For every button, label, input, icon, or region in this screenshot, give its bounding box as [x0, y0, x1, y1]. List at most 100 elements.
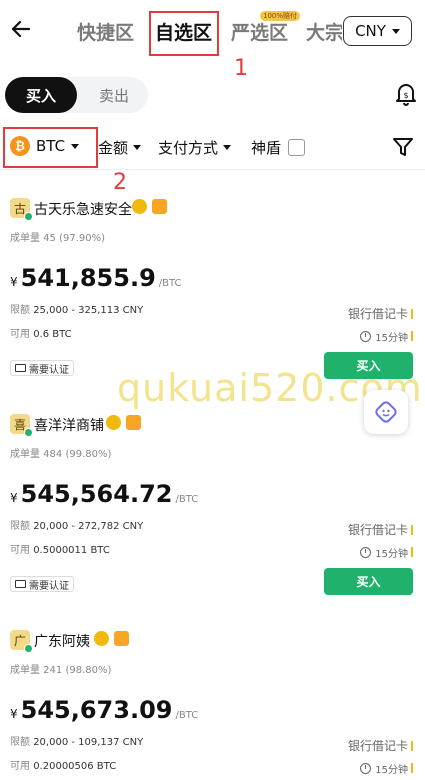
limit-value: 20,000 - 109,137 CNY	[33, 737, 144, 748]
shield-filter-label: 神盾	[251, 139, 282, 157]
price: ¥ 545,564.72 /BTC	[10, 480, 198, 508]
id-card-icon	[15, 364, 26, 372]
verification-required: 需要认证	[10, 360, 74, 376]
currency-symbol: ¥	[10, 707, 18, 721]
currency-symbol: ¥	[10, 275, 18, 289]
price-unit: /BTC	[158, 278, 182, 289]
payment-method: 银行借记卡	[347, 523, 408, 537]
merchant-badges	[132, 199, 167, 214]
available-label: 可用	[10, 545, 30, 556]
payment-color-bar	[411, 525, 413, 535]
verification-label: 需要认证	[29, 580, 69, 592]
chevron-down-icon	[391, 28, 400, 34]
avatar[interactable]: 广	[10, 630, 33, 653]
time-color-bar	[411, 547, 413, 557]
available: 可用 0.5000011 BTC	[10, 541, 110, 556]
filter-icon[interactable]	[392, 135, 414, 159]
time-color-bar	[411, 763, 413, 773]
verified-badge-icon	[94, 631, 109, 646]
price-unit: /BTC	[175, 494, 199, 505]
sell-tab[interactable]: 卖出	[80, 77, 148, 113]
verified-badge-icon	[106, 415, 121, 430]
shield-checkbox[interactable]	[288, 139, 306, 156]
online-indicator	[24, 644, 33, 653]
payment-time-value: 15分钟	[375, 765, 408, 776]
svg-text:$: $	[403, 91, 408, 100]
amount-filter[interactable]: 金额	[98, 137, 142, 158]
online-indicator	[24, 212, 33, 221]
clock-icon	[360, 763, 372, 774]
order-stats: 成单量 484 (99.80%)	[10, 449, 112, 460]
limit-label: 限额	[10, 737, 30, 748]
avatar[interactable]: 喜	[10, 414, 33, 437]
chevron-down-icon	[71, 143, 80, 149]
clock-icon	[360, 331, 372, 342]
available-value: 0.20000506 BTC	[33, 761, 117, 772]
bell-icon[interactable]: $	[394, 81, 418, 107]
buy-button[interactable]: 买入	[324, 568, 413, 595]
id-card-icon	[15, 580, 26, 588]
shield-filter[interactable]: 神盾	[251, 137, 306, 158]
tab-bulk-zone[interactable]: 大宗	[306, 18, 342, 45]
top-nav: 快捷区 自选区 100%赔付 严选区 大宗 CNY 1	[0, 0, 425, 81]
payment-time-value: 15分钟	[375, 549, 408, 560]
shield-badge-icon	[152, 199, 167, 214]
merchant-name[interactable]: 喜洋洋商铺	[34, 415, 104, 435]
currency-select[interactable]: CNY	[343, 16, 412, 46]
limit-value: 25,000 - 325,113 CNY	[33, 305, 144, 316]
shield-badge-icon	[126, 415, 141, 430]
available-value: 0.5000011 BTC	[33, 545, 110, 556]
ad-listing: 喜 喜洋洋商铺 成单量 484 (99.80%) ¥ 545,564.72 /B…	[0, 414, 425, 624]
payment-method: 银行借记卡	[347, 307, 408, 321]
amount-filter-label: 金额	[98, 139, 129, 157]
price: ¥ 545,673.09 /BTC	[10, 696, 198, 724]
price-value: 545,564.72	[20, 480, 173, 508]
tab-strict-zone[interactable]: 严选区	[231, 18, 288, 45]
verification-required: 需要认证	[10, 576, 74, 592]
order-stats: 成单量 241 (98.80%)	[10, 665, 112, 676]
limit-label: 限额	[10, 305, 30, 316]
merchant-name[interactable]: 古天乐急速安全	[34, 199, 132, 219]
coin-filter[interactable]: ₿ BTC	[10, 136, 80, 156]
payment-time: 15分钟	[360, 545, 408, 560]
buy-tab[interactable]: 买入	[5, 77, 77, 113]
order-stats: 成单量 45 (97.90%)	[10, 233, 106, 244]
available-value: 0.6 BTC	[33, 329, 72, 340]
price-value: 545,673.09	[20, 696, 173, 724]
verification-label: 需要认证	[29, 364, 69, 376]
avatar[interactable]: 古	[10, 198, 33, 221]
clock-icon	[360, 547, 372, 558]
limit: 限额 20,000 - 272,782 CNY	[10, 517, 143, 532]
available: 可用 0.20000506 BTC	[10, 757, 116, 772]
chevron-down-icon	[133, 145, 142, 150]
bitcoin-icon: ₿	[10, 136, 30, 156]
tab-quick-zone[interactable]: 快捷区	[77, 18, 134, 45]
merchant-name[interactable]: 广东阿姨	[34, 631, 90, 651]
annotation-number-2: 2	[113, 170, 127, 195]
merchant-badges	[106, 415, 141, 430]
currency-label: CNY	[355, 22, 386, 40]
available-label: 可用	[10, 761, 30, 772]
limit: 限额 25,000 - 325,113 CNY	[10, 301, 143, 316]
back-arrow-icon[interactable]	[8, 16, 34, 42]
payment-time: 15分钟	[360, 761, 408, 776]
price-unit: /BTC	[175, 710, 199, 721]
ad-listing: 广 广东阿姨 成单量 241 (98.80%) ¥ 545,673.09 /BT…	[0, 630, 425, 780]
payment-time-value: 15分钟	[375, 333, 408, 344]
divider	[0, 169, 425, 170]
payment-time: 15分钟	[360, 329, 408, 344]
available-label: 可用	[10, 329, 30, 340]
payment-filter-label: 支付方式	[158, 139, 219, 157]
currency-symbol: ¥	[10, 491, 18, 505]
price-value: 541,855.9	[20, 264, 156, 292]
merchant-badges	[94, 631, 129, 646]
payment-color-bar	[411, 309, 413, 319]
limit: 限额 20,000 - 109,137 CNY	[10, 733, 143, 748]
payment-method: 银行借记卡	[347, 739, 408, 753]
annotation-number-1: 1	[234, 56, 248, 81]
shield-badge-icon	[114, 631, 129, 646]
payment-method-filter[interactable]: 支付方式	[158, 137, 232, 158]
limit-label: 限额	[10, 521, 30, 532]
time-color-bar	[411, 331, 413, 341]
available: 可用 0.6 BTC	[10, 325, 72, 340]
